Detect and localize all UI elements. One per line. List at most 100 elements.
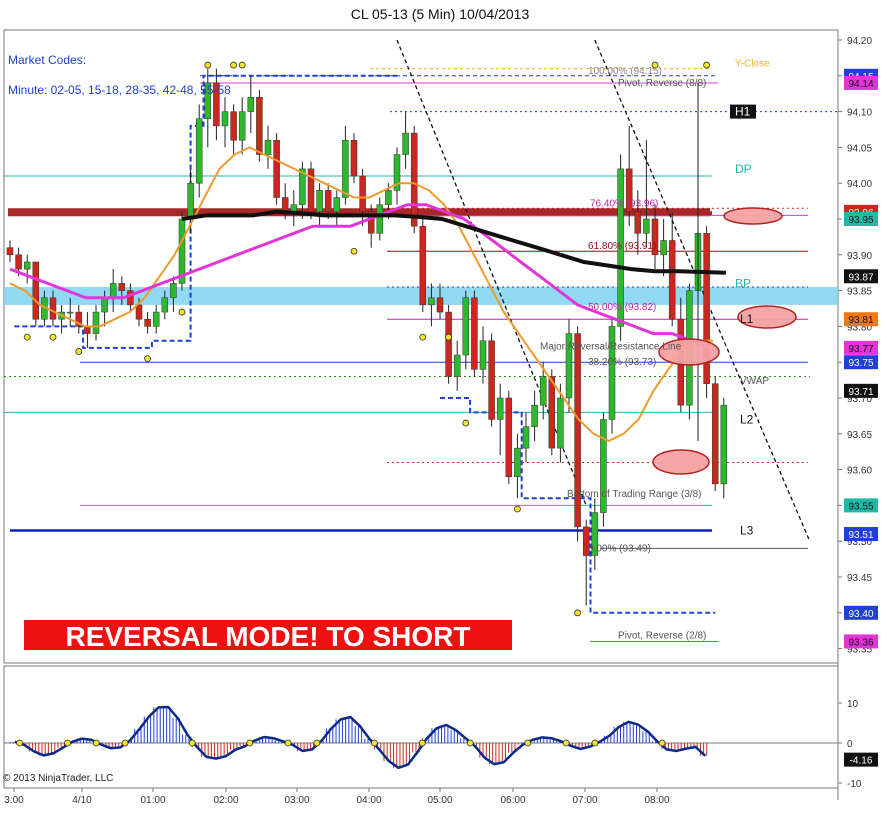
candle-body	[668, 240, 676, 320]
candle-body	[127, 290, 134, 306]
candle-body	[643, 218, 650, 234]
candle-body	[273, 139, 280, 198]
candle-body	[152, 311, 160, 327]
annotation-label: 38.20% (93.73)	[588, 357, 656, 368]
candle-body	[281, 197, 289, 213]
oscillator-cross-dot	[591, 739, 599, 747]
candle-body	[195, 118, 203, 184]
candle-body	[256, 97, 263, 155]
swing-point-dot	[514, 505, 521, 513]
price-tick-label: 93.45	[847, 573, 872, 584]
swing-point-dot	[419, 333, 427, 341]
chart-canvas: CL 05-13 (5 Min) 10/04/2013 Y-Close100.0…	[0, 0, 887, 830]
annotation-label: VWAP	[740, 376, 769, 387]
annotation-label: 0.00% (93.49)	[588, 543, 651, 554]
swing-point-dot	[230, 61, 238, 69]
candle-body	[144, 318, 151, 327]
oscillator-cross-dot	[246, 739, 254, 747]
price-marker-label: 93.81	[848, 315, 873, 326]
price-marker-label: 93.71	[848, 387, 873, 398]
swing-point-dot	[445, 333, 453, 341]
candle-body	[230, 111, 237, 141]
price-marker-label: 93.40	[848, 609, 873, 620]
reversal-banner-text: REVERSAL MODE! TO SHORT	[65, 621, 470, 652]
candle-body	[488, 340, 495, 420]
candle-body	[350, 139, 358, 177]
candle-body	[505, 397, 513, 478]
annotation-label: 50.00% (93.82)	[588, 302, 656, 313]
candle-body	[135, 304, 143, 320]
oscillator-cross-dot	[524, 739, 532, 747]
swing-point-dot	[178, 308, 186, 316]
candle-body	[15, 254, 22, 270]
market-codes-label: Market Codes:	[8, 53, 86, 67]
candle-body	[359, 175, 366, 213]
swing-point-dot	[204, 61, 212, 69]
candle-body	[316, 190, 323, 213]
oscillator-cross-dot	[370, 739, 378, 747]
candle-body	[557, 397, 564, 449]
oscillator-cross-dot	[188, 739, 196, 747]
candle-body	[376, 204, 384, 234]
annotation-label: 61.80% (93.91)	[588, 241, 656, 252]
candle-body	[92, 311, 100, 334]
swing-point-dot	[144, 355, 152, 363]
time-tick-label: 3:00	[4, 795, 24, 806]
candle-body	[49, 297, 57, 320]
annotation-label: Pivot, Reverse (8/8)	[618, 78, 706, 89]
swing-point-dot	[23, 333, 31, 341]
oscillator-cross-dot	[121, 739, 129, 747]
swing-point-dot	[350, 247, 358, 255]
candle-body	[109, 283, 117, 299]
candle-body	[531, 404, 538, 427]
candle-body	[608, 326, 616, 420]
candle-body	[23, 261, 31, 270]
candle-body	[324, 190, 332, 213]
candle-body	[634, 211, 642, 234]
candle-body	[436, 297, 444, 313]
candle-body	[101, 297, 108, 313]
price-tick-label: 93.60	[847, 466, 872, 477]
candle-body	[514, 447, 521, 478]
candle-body	[453, 354, 461, 377]
price-marker-label: 93.95	[848, 215, 873, 226]
candle-body	[496, 397, 504, 420]
candle-body	[118, 283, 126, 291]
oscillator-value-label: -4.16	[850, 756, 873, 767]
candle-body	[410, 132, 418, 227]
candle-body	[342, 139, 349, 198]
price-tick-label: 94.05	[847, 143, 872, 154]
time-tick-label: 08:00	[644, 795, 669, 806]
price-marker-label: 93.77	[848, 344, 873, 355]
candle-body	[539, 376, 547, 406]
annotation-label: Bottom of Trading Range (3/8)	[567, 489, 702, 500]
time-tick-label: 07:00	[572, 795, 597, 806]
candle-body	[428, 297, 435, 306]
annotation-label: H1	[735, 105, 751, 119]
time-tick-label: 01:00	[140, 795, 165, 806]
candle-body	[402, 132, 409, 155]
swing-point-dot	[462, 419, 470, 427]
price-tick-label: 93.85	[847, 287, 872, 298]
candle-body	[187, 182, 194, 220]
price-marker-label: 93.51	[848, 530, 873, 541]
candle-body	[720, 404, 728, 485]
candle-body	[238, 111, 246, 141]
oscillator-tick-label: -10	[847, 779, 862, 790]
swing-point-dot	[574, 609, 581, 617]
oscillator-cross-dot	[466, 739, 474, 747]
candle-body	[84, 326, 91, 334]
candle-body	[471, 297, 478, 370]
price-tick-label: 94.10	[847, 108, 872, 119]
annotation-label: L1	[740, 312, 754, 326]
oscillator-cross-dot	[658, 739, 666, 747]
oscillator-cross-dot	[16, 739, 23, 747]
swing-point-dot	[703, 61, 710, 69]
annotation-label: Major Reversal/Resistance Line	[540, 341, 682, 352]
annotation-label: DP	[735, 162, 752, 176]
candle-body	[711, 383, 719, 485]
oscillator-tick-label: 10	[847, 699, 859, 710]
time-tick-label: 05:00	[427, 795, 452, 806]
annotation-label: 100.00% (94.15)	[588, 66, 662, 77]
price-tick-label: 94.00	[847, 179, 872, 190]
